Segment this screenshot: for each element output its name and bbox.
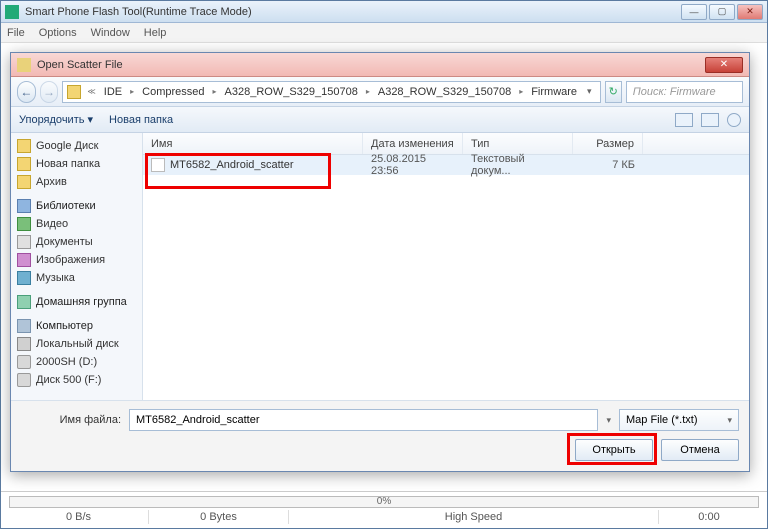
file-name: MT6582_Android_scatter [170,159,294,171]
address-bar[interactable]: ≪ IDE▸ Compressed▸ A328_ROW_S329_150708▸… [62,81,600,103]
nav-back-button[interactable]: ← [17,81,36,103]
sidebar-item-drive-f[interactable]: Диск 500 (F:) [11,371,142,389]
main-titlebar: Smart Phone Flash Tool(Runtime Trace Mod… [1,1,767,23]
sidebar-computer[interactable]: Компьютер [11,317,142,335]
minimize-button[interactable]: — [681,4,707,20]
progress-bar: 0% [9,496,759,508]
new-folder-button[interactable]: Новая папка [109,114,173,126]
sidebar-item-video[interactable]: Видео [11,215,142,233]
refresh-button[interactable]: ↻ [605,81,622,103]
menu-file[interactable]: File [7,27,25,39]
menu-window[interactable]: Window [91,27,130,39]
menu-options[interactable]: Options [39,27,77,39]
progress-percent: 0% [377,496,391,507]
file-list[interactable]: MT6582_Android_scatter 25.08.2015 23:56 … [143,155,749,400]
help-button[interactable] [727,113,741,127]
col-name[interactable]: Имя [143,133,363,154]
col-date[interactable]: Дата изменения [363,133,463,154]
sidebar-libraries[interactable]: Библиотеки [11,197,142,215]
breadcrumb-item[interactable]: Firmware [525,82,583,102]
dialog-close-button[interactable]: ✕ [705,57,743,73]
app-title: Smart Phone Flash Tool(Runtime Trace Mod… [25,6,681,18]
sidebar-item-music[interactable]: Музыка [11,269,142,287]
menubar: File Options Window Help [1,23,767,43]
sidebar-item-images[interactable]: Изображения [11,251,142,269]
dialog-title: Open Scatter File [37,59,705,71]
menu-help[interactable]: Help [144,27,167,39]
view-button[interactable] [675,113,693,127]
sidebar-item-drive-d[interactable]: 2000SH (D:) [11,353,142,371]
status-row: 0 B/s 0 Bytes High Speed 0:00 [9,510,759,524]
col-size[interactable]: Размер [573,133,643,154]
sidebar-item-new-folder[interactable]: Новая папка [11,155,142,173]
breadcrumb-item[interactable]: IDE [98,82,128,102]
sidebar-item-archive[interactable]: Архив [11,173,142,191]
preview-pane-button[interactable] [701,113,719,127]
open-button[interactable]: Открыть [575,439,653,461]
folder-icon [67,85,81,99]
sidebar-item-google-disk[interactable]: Google Диск [11,137,142,155]
col-type[interactable]: Тип [463,133,573,154]
cancel-button[interactable]: Отмена [661,439,739,461]
sidebar-item-local-disk[interactable]: Локальный диск [11,335,142,353]
file-type: Текстовый докум... [463,153,573,177]
folder-icon [17,58,31,72]
status-time: 0:00 [659,510,759,524]
file-row[interactable]: MT6582_Android_scatter 25.08.2015 23:56 … [143,155,749,175]
filename-label: Имя файла: [21,414,121,426]
open-file-dialog: Open Scatter File ✕ ← → ≪ IDE▸ Compresse… [10,52,750,472]
file-date: 25.08.2015 23:56 [363,153,463,177]
filename-input[interactable] [129,409,598,431]
file-filter-dropdown[interactable]: Map File (*.txt)▾ [619,409,739,431]
organize-menu[interactable]: Упорядочить ▾ [19,113,93,126]
text-file-icon [151,158,165,172]
sidebar-homegroup[interactable]: Домашняя группа [11,293,142,311]
status-speed: 0 B/s [9,510,149,524]
app-icon [5,5,19,19]
close-button[interactable]: ✕ [737,4,763,20]
list-header: Имя Дата изменения Тип Размер [143,133,749,155]
status-mode: High Speed [289,510,659,524]
maximize-button[interactable]: ▢ [709,4,735,20]
file-size: 7 КБ [573,159,643,171]
search-input[interactable]: Поиск: Firmware [626,81,743,103]
breadcrumb-item[interactable]: A328_ROW_S329_150708 [372,82,517,102]
breadcrumb-item[interactable]: Compressed [136,82,210,102]
sidebar: Google Диск Новая папка Архив Библиотеки… [11,133,143,400]
status-bytes: 0 Bytes [149,510,289,524]
breadcrumb-item[interactable]: A328_ROW_S329_150708 [219,82,364,102]
nav-forward-button[interactable]: → [40,81,59,103]
sidebar-item-documents[interactable]: Документы [11,233,142,251]
